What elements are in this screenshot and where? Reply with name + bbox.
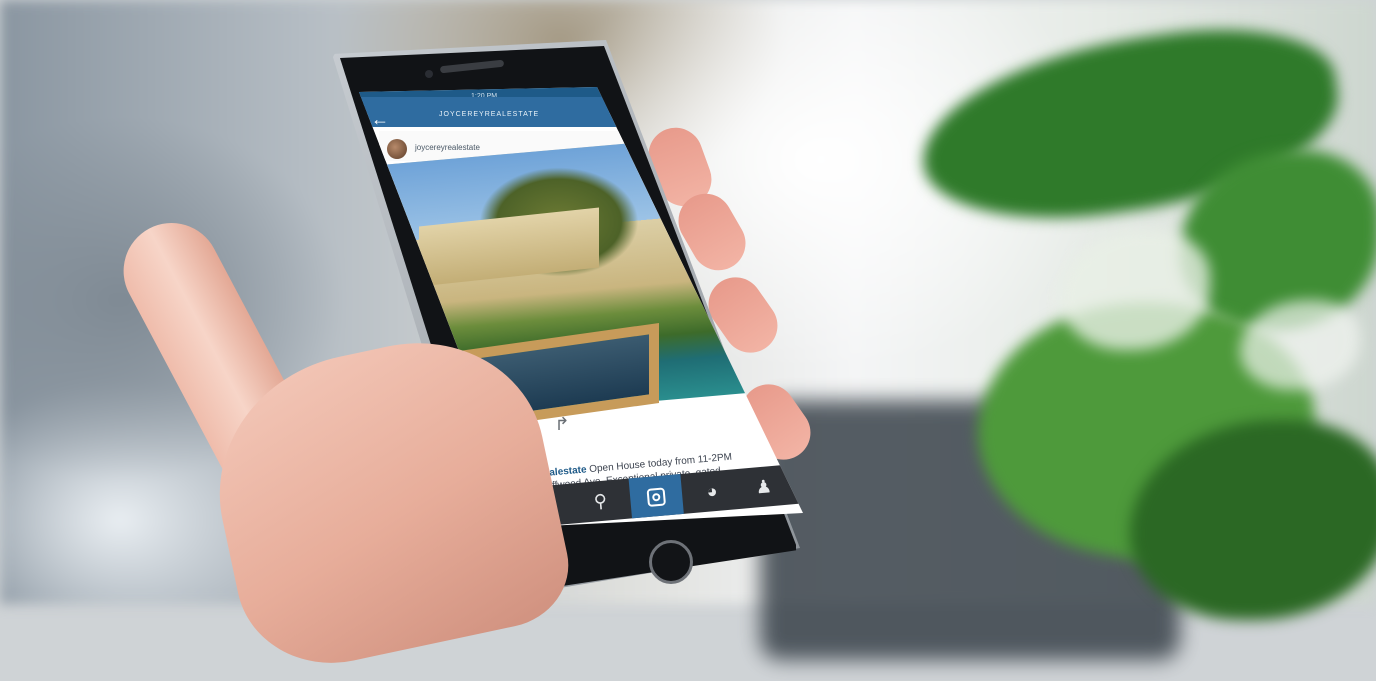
avatar[interactable]	[387, 139, 407, 159]
front-camera	[425, 70, 433, 78]
camera-icon[interactable]	[628, 474, 684, 519]
home-button[interactable]	[649, 540, 693, 584]
search-icon[interactable]: ⚲	[573, 479, 628, 523]
share-icon[interactable]: ↱	[551, 413, 573, 435]
camera-glyph	[646, 487, 667, 507]
activity-icon[interactable]: ◕	[684, 469, 739, 513]
page-title: JOYCEREYREALESTATE	[439, 111, 540, 118]
back-button[interactable]: ←	[371, 109, 395, 129]
